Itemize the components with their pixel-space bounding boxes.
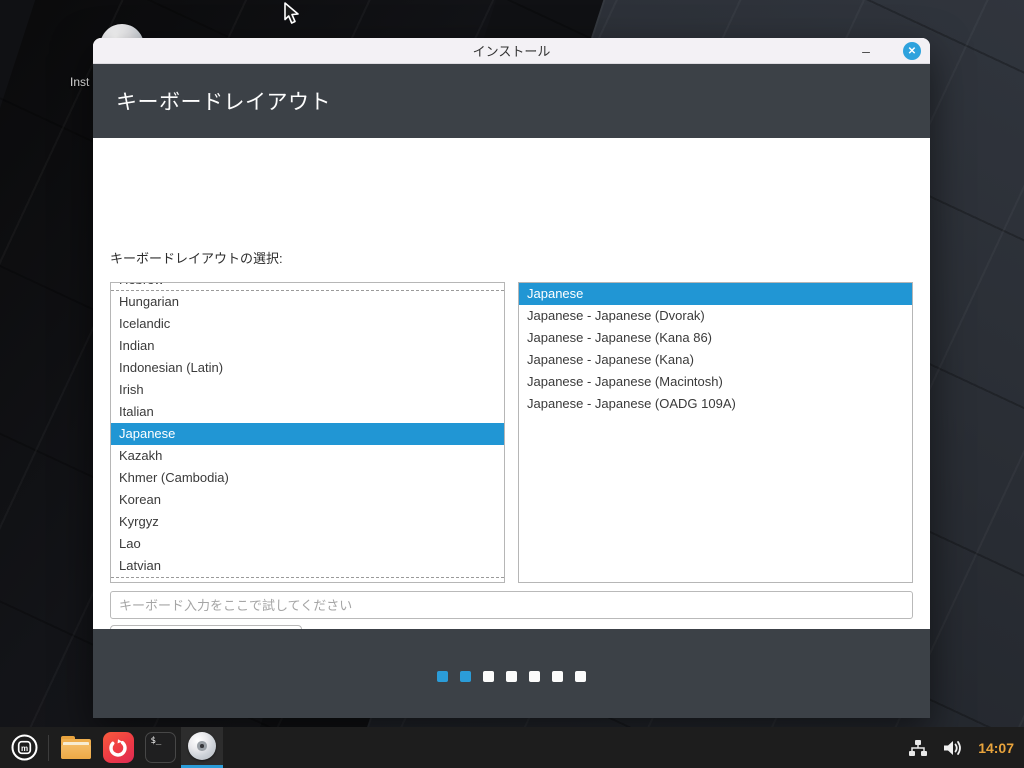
minimize-button[interactable]: – (854, 38, 878, 64)
list-item[interactable]: Japanese - Japanese (Macintosh) (519, 371, 912, 393)
list-item[interactable]: Kyrgyz (111, 511, 504, 533)
list-item[interactable]: Lao (111, 533, 504, 555)
window-title: インストール (93, 41, 930, 60)
taskbar: m $_ (0, 727, 1024, 768)
list-item[interactable]: Hungarian (111, 291, 504, 313)
terminal-launcher[interactable]: $_ (139, 727, 181, 768)
volume-icon[interactable] (942, 739, 964, 757)
select-layout-label: キーボードレイアウトの選択: (110, 248, 283, 267)
list-item[interactable]: Japanese - Japanese (Kana) (519, 349, 912, 371)
list-item[interactable]: Icelandic (111, 313, 504, 335)
svg-text:m: m (20, 744, 27, 753)
keyboard-variant-list[interactable]: JapaneseJapanese - Japanese (Dvorak)Japa… (518, 282, 913, 583)
mint-menu-button[interactable]: m (0, 727, 48, 768)
step-title: キーボードレイアウト (93, 86, 331, 116)
progress-footer (93, 629, 930, 718)
folder-icon (61, 736, 91, 759)
progress-step-dot (483, 671, 494, 682)
layout-list-rows: HungarianIcelandicIndianIndonesian (Lati… (111, 291, 504, 577)
taskbar-separator (48, 735, 49, 761)
terminal-icon: $_ (145, 732, 176, 763)
taskbar-clock[interactable]: 14:07 (978, 740, 1014, 756)
network-icon[interactable] (908, 739, 928, 757)
keyboard-layout-list[interactable]: Hebrew HungarianIcelandicIndianIndonesia… (110, 282, 505, 583)
progress-step-dot (575, 671, 586, 682)
installer-window: インストール – ✕ キーボードレイアウト キーボードレイアウトの選択: Heb… (93, 38, 930, 718)
list-item[interactable]: Japanese (111, 423, 504, 445)
mouse-cursor-icon (283, 2, 305, 26)
file-manager-launcher[interactable] (55, 727, 97, 768)
firefox-icon (103, 732, 134, 763)
list-item[interactable]: Irish (111, 379, 504, 401)
list-item[interactable]: Japanese - Japanese (Dvorak) (519, 305, 912, 327)
list-item[interactable]: Japanese (519, 283, 912, 305)
progress-step-dot (437, 671, 448, 682)
progress-steps (93, 671, 930, 682)
list-item[interactable]: Indonesian (Latin) (111, 357, 504, 379)
list-item[interactable]: Khmer (Cambodia) (111, 467, 504, 489)
close-button[interactable]: ✕ (903, 42, 921, 60)
titlebar[interactable]: インストール – ✕ (93, 38, 930, 64)
install-desktop-icon-label: Inst (70, 75, 89, 89)
web-browser-launcher[interactable] (97, 727, 139, 768)
list-item[interactable]: Japanese - Japanese (OADG 109A) (519, 393, 912, 415)
installer-disc-icon (188, 732, 216, 760)
progress-step-dot (460, 671, 471, 682)
variant-list-rows: JapaneseJapanese - Japanese (Dvorak)Japa… (519, 283, 912, 415)
list-item[interactable]: Japanese - Japanese (Kana 86) (519, 327, 912, 349)
list-item[interactable]: Indian (111, 335, 504, 357)
installer-task-active[interactable] (181, 727, 223, 768)
mint-logo-icon: m (10, 733, 39, 762)
list-item[interactable]: Korean (111, 489, 504, 511)
step-content: キーボードレイアウトの選択: Hebrew HungarianIcelandic… (93, 138, 930, 629)
progress-step-dot (552, 671, 563, 682)
list-item-partial[interactable]: Lithuanian (111, 577, 504, 583)
list-item[interactable]: Latvian (111, 555, 504, 577)
progress-step-dot (529, 671, 540, 682)
step-header: キーボードレイアウト (93, 64, 930, 138)
progress-step-dot (506, 671, 517, 682)
keyboard-test-input[interactable] (110, 591, 913, 619)
list-item[interactable]: Kazakh (111, 445, 504, 467)
list-item[interactable]: Italian (111, 401, 504, 423)
list-item-partial[interactable]: Hebrew (111, 282, 504, 291)
